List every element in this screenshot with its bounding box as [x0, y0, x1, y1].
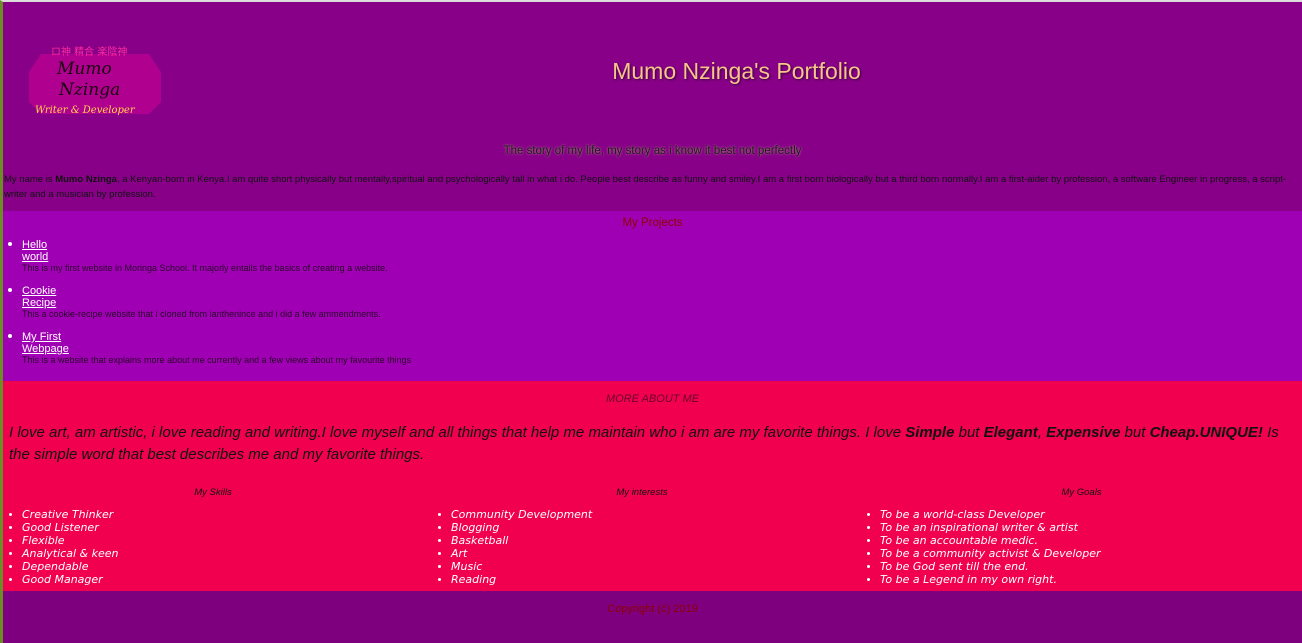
project-description: This is a website that explains more abo…	[22, 355, 412, 365]
about-emphasis: Expensive	[1046, 424, 1121, 441]
copyright-text: Copyright (c) 2019	[607, 603, 698, 615]
list-item: Dependable	[9, 560, 423, 573]
bio-paragraph: My name is Mumo Nzinga, a Kenyan-born in…	[4, 172, 1299, 202]
list-item: Art	[438, 547, 852, 560]
interests-list: Community Development Blogging Basketbal…	[432, 508, 852, 586]
about-heading: MORE ABOUT ME	[605, 393, 700, 405]
list-item: Analytical & keen	[9, 547, 423, 560]
list-item: To be a world-class Developer	[867, 508, 1302, 521]
skills-column: My Skills Creative Thinker Good Listener…	[3, 487, 423, 586]
tagline: The story of my life, my story as i know…	[503, 145, 802, 157]
list-item: Good Manager	[9, 573, 423, 586]
list-item: To be an accountable medic.	[867, 534, 1302, 547]
list-item: Flexible	[9, 534, 423, 547]
projects-section: My Projects Hello world This is my first…	[3, 211, 1302, 381]
header: ロ神 精合 楽陰神 Mumo Nzinga Writer & Developer…	[3, 2, 1302, 211]
project-link-first-webpage[interactable]: My First Webpage	[22, 331, 69, 355]
project-link-hello-world[interactable]: Hello world	[22, 239, 48, 263]
list-item: Basketball	[438, 534, 852, 547]
about-section: MORE ABOUT ME I love art, am artistic, i…	[3, 381, 1302, 591]
list-item: Blogging	[438, 521, 852, 534]
about-text-part: ,	[1037, 424, 1047, 441]
list-item: To be a community activist & Developer	[867, 547, 1302, 560]
bio-rest: , a Kenyan-born in Kenya.I am quite shor…	[4, 174, 1287, 200]
logo-glyphs: ロ神 精合 楽陰神	[51, 45, 127, 58]
about-text-part: but	[1120, 424, 1150, 441]
project-description: This a cookie-recipe website that i clon…	[22, 309, 381, 319]
about-paragraph: I love art, am artistic, i love reading …	[9, 422, 1294, 466]
list-item: To be an inspirational writer & artist	[867, 521, 1302, 534]
about-text-part: I love art, am artistic, i love reading …	[9, 424, 906, 441]
about-text-part: but	[954, 424, 984, 441]
projects-list: Hello world This is my first website in …	[3, 239, 411, 377]
goals-list: To be a world-class Developer To be an i…	[861, 508, 1302, 586]
goals-heading: My Goals	[1061, 487, 1102, 498]
bullet-icon	[8, 288, 12, 292]
list-item: Reading	[438, 573, 852, 586]
project-link-cookie-recipe[interactable]: Cookie Recipe	[22, 285, 56, 309]
list-item: To be a Legend in my own right.	[867, 573, 1302, 586]
page-title: Mumo Nzinga's Portfolio	[612, 58, 861, 84]
project-description: This is my first website in Moringa Scho…	[22, 263, 388, 273]
interests-heading: My interests	[616, 487, 668, 498]
goals-column: My Goals To be a world-class Developer T…	[861, 487, 1302, 586]
about-emphasis: Elegant	[983, 424, 1038, 441]
list-item: Community Development	[438, 508, 852, 521]
bullet-icon	[8, 242, 12, 246]
about-emphasis: Cheap.UNIQUE!	[1149, 424, 1263, 441]
bullet-icon	[8, 334, 12, 338]
logo-subtitle: Writer & Developer	[35, 105, 136, 116]
about-emphasis: Simple	[905, 424, 955, 441]
list-item: Music	[438, 560, 852, 573]
bio-name: Mumo Nzinga	[55, 174, 117, 185]
skills-heading: My Skills	[194, 487, 232, 498]
skills-list: Creative Thinker Good Listener Flexible …	[3, 508, 423, 586]
list-item: To be God sent till the end.	[867, 560, 1302, 573]
footer: Copyright (c) 2019	[3, 591, 1302, 643]
projects-heading: My Projects	[622, 217, 683, 229]
list-item: Good Listener	[9, 521, 423, 534]
interests-column: My interests Community Development Blogg…	[432, 487, 852, 586]
list-item: Creative Thinker	[9, 508, 423, 521]
bio-prefix: My name is	[4, 174, 56, 185]
